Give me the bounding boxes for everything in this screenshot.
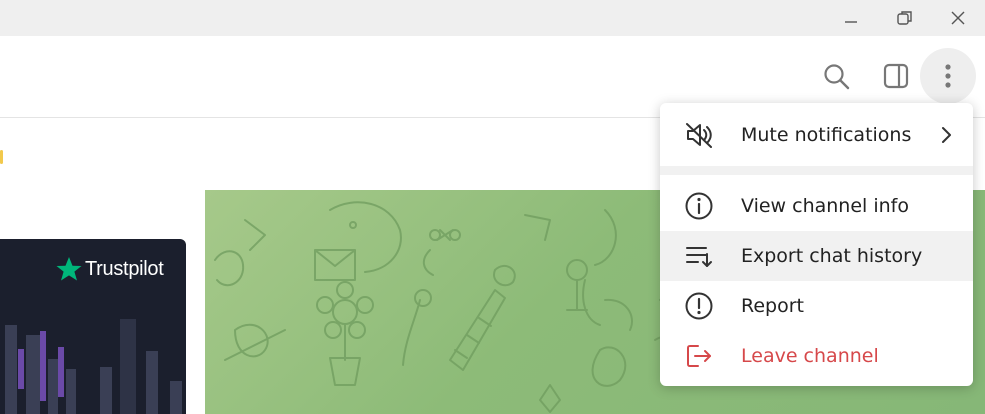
menu-item-export-chat-history[interactable]: Export chat history [660, 231, 973, 281]
more-vertical-icon [945, 64, 951, 88]
menu-item-label: Export chat history [741, 245, 923, 267]
menu-item-label: Leave channel [741, 345, 879, 367]
channel-options-menu: Mute notifications View channel info Exp… [660, 103, 973, 386]
window-titlebar [0, 0, 985, 36]
sidebar-toggle-icon[interactable] [876, 56, 916, 96]
menu-item-report[interactable]: Report [660, 281, 973, 331]
menu-item-label: Mute notifications [741, 124, 912, 146]
restore-icon[interactable] [887, 6, 923, 30]
menu-item-view-channel-info[interactable]: View channel info [660, 181, 973, 231]
pinned-indicator [0, 150, 3, 164]
trustpilot-brand-text: Trustpilot [85, 257, 164, 280]
search-icon[interactable] [816, 56, 856, 96]
close-icon[interactable] [940, 6, 976, 30]
leave-icon [682, 341, 716, 371]
mute-icon [682, 120, 716, 150]
menu-item-leave-channel[interactable]: Leave channel [660, 331, 973, 381]
info-icon [682, 191, 716, 221]
menu-separator [660, 166, 973, 175]
report-icon [682, 291, 716, 321]
export-icon [682, 241, 716, 271]
minimize-icon[interactable] [833, 6, 869, 30]
trustpilot-logo: Trustpilot [56, 256, 164, 282]
menu-item-label: View channel info [741, 195, 909, 217]
trustpilot-star-icon [56, 257, 82, 281]
chevron-right-icon [942, 127, 951, 143]
pinned-message-bar[interactable] [0, 118, 205, 191]
menu-item-mute-notifications[interactable]: Mute notifications [660, 110, 973, 160]
more-options-button[interactable] [920, 48, 976, 104]
menu-item-label: Report [741, 295, 804, 317]
